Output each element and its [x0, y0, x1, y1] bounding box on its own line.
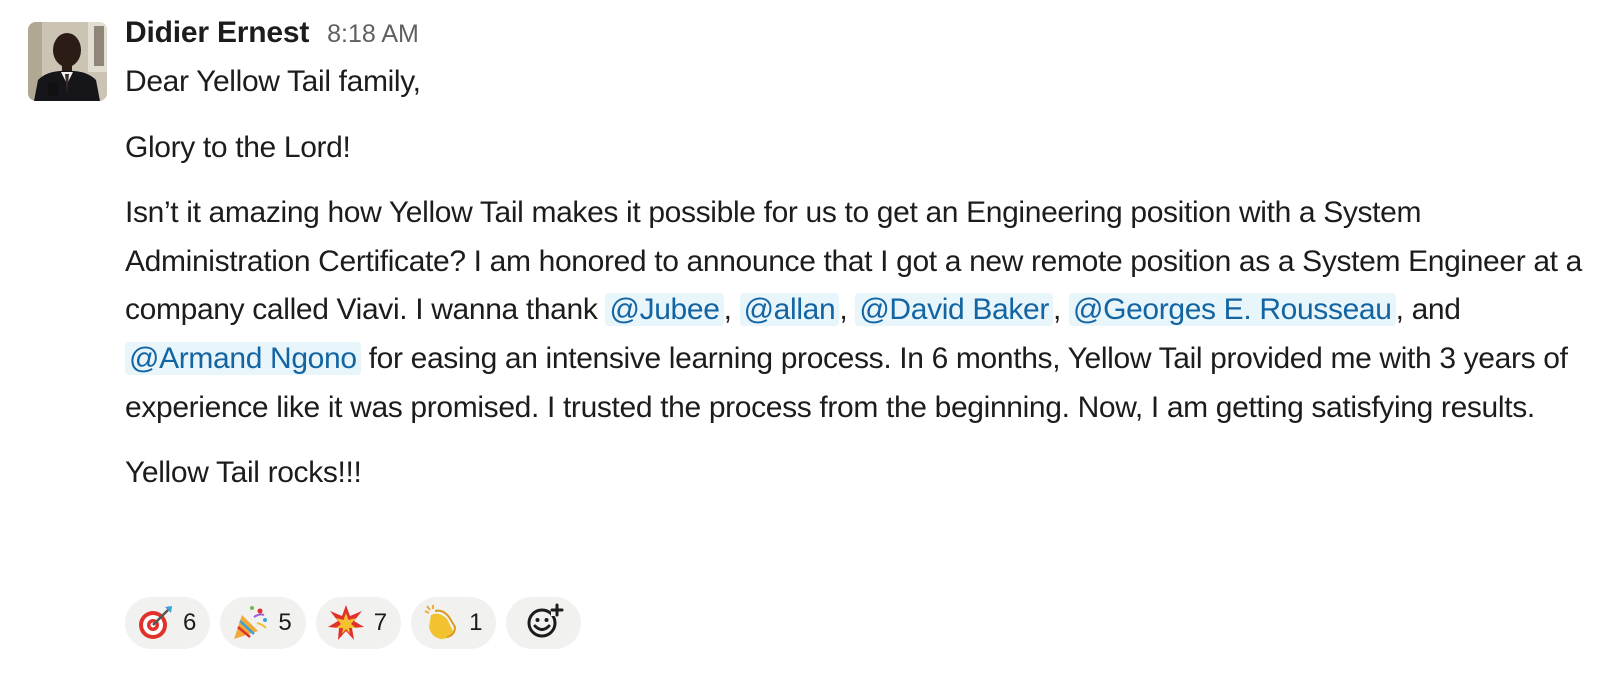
line-text: Glory to the Lord! [125, 130, 351, 164]
mention-allan[interactable]: @allan [739, 293, 840, 327]
message-content: Didier Ernest 8:18 AM Dear Yellow Tail f… [125, 16, 1600, 498]
avatar[interactable] [28, 22, 107, 101]
reaction-collision[interactable]: 7 [315, 597, 402, 649]
message: Didier Ernest 8:18 AM Dear Yellow Tail f… [0, 0, 1624, 678]
separator: , [723, 293, 732, 327]
reaction-count: 5 [278, 609, 292, 636]
reactions-bar: 6 5 7 1 [125, 597, 582, 649]
message-header: Didier Ernest 8:18 AM [125, 16, 1600, 58]
avatar-image [28, 22, 107, 101]
timestamp[interactable]: 8:18 AM [327, 20, 419, 49]
add-emoji-icon [524, 601, 564, 646]
sender-name[interactable]: Didier Ernest [125, 16, 309, 50]
reaction-dart[interactable]: 6 [125, 597, 211, 649]
separator: , and [1395, 293, 1461, 327]
separator: , [1052, 293, 1061, 327]
dart-icon [135, 603, 175, 643]
reaction-party-popper[interactable]: 5 [220, 597, 306, 649]
reaction-count: 7 [373, 609, 388, 636]
mention-armand-ngono[interactable]: @Armand Ngono [125, 341, 361, 375]
closing-text: Yellow Tail rocks!!! [125, 456, 362, 490]
reaction-count: 1 [469, 609, 483, 636]
collision-icon [326, 603, 366, 643]
mention-georges-rousseau[interactable]: @Georges E. Rousseau [1068, 293, 1396, 327]
greeting-text: Dear Yellow Tail family, [125, 65, 421, 98]
clapping-hands-icon [421, 603, 461, 643]
separator: , [839, 293, 848, 327]
mention-jubee[interactable]: @Jubee [605, 293, 724, 327]
mention-david-baker[interactable]: @David Baker [855, 293, 1053, 327]
party-popper-icon [230, 603, 270, 643]
reaction-count: 6 [183, 609, 197, 636]
message-body: Dear Yellow Tail family, Glory to the Lo… [125, 58, 1600, 498]
add-reaction-button[interactable] [506, 597, 582, 649]
reaction-clapping-hands[interactable]: 1 [411, 597, 497, 649]
announcement-paragraph: Isn’t it amazing how Yellow Tail makes i… [125, 189, 1600, 432]
